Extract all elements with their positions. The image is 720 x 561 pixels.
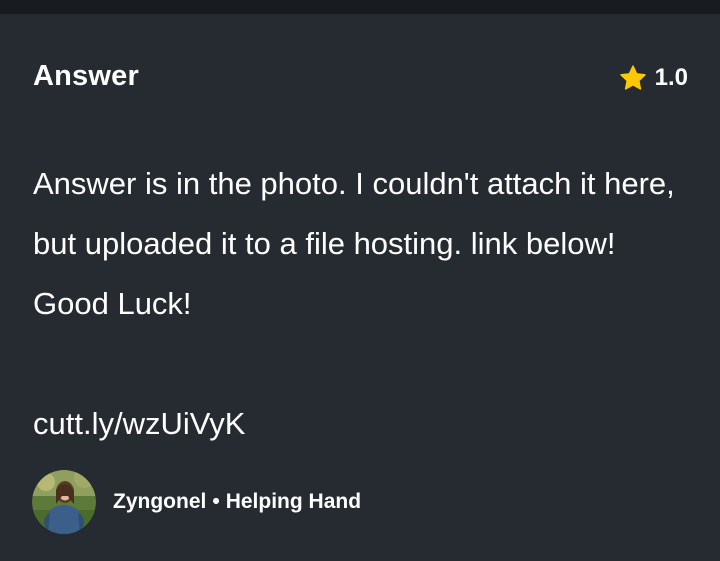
star-icon xyxy=(619,65,646,90)
rating-value: 1.0 xyxy=(654,64,688,91)
avatar[interactable] xyxy=(32,470,96,534)
author-meta: Zyngonel • Helping Hand xyxy=(113,490,361,514)
answer-text: Answer is in the photo. I couldn't attac… xyxy=(33,166,675,321)
rating: 1.0 xyxy=(619,62,688,94)
author-name[interactable]: Zyngonel xyxy=(113,490,206,514)
hosting-link[interactable]: cutt.ly/wzUiVyK xyxy=(33,394,245,454)
author-info: Zyngonel • Helping Hand xyxy=(32,470,361,534)
top-bar xyxy=(0,0,720,14)
answer-card: Answer 1.0 Answer is in the photo. I cou… xyxy=(0,14,720,561)
author-rank: Helping Hand xyxy=(225,490,362,513)
separator-dot: • xyxy=(212,490,220,513)
answer-heading: Answer xyxy=(33,60,139,92)
